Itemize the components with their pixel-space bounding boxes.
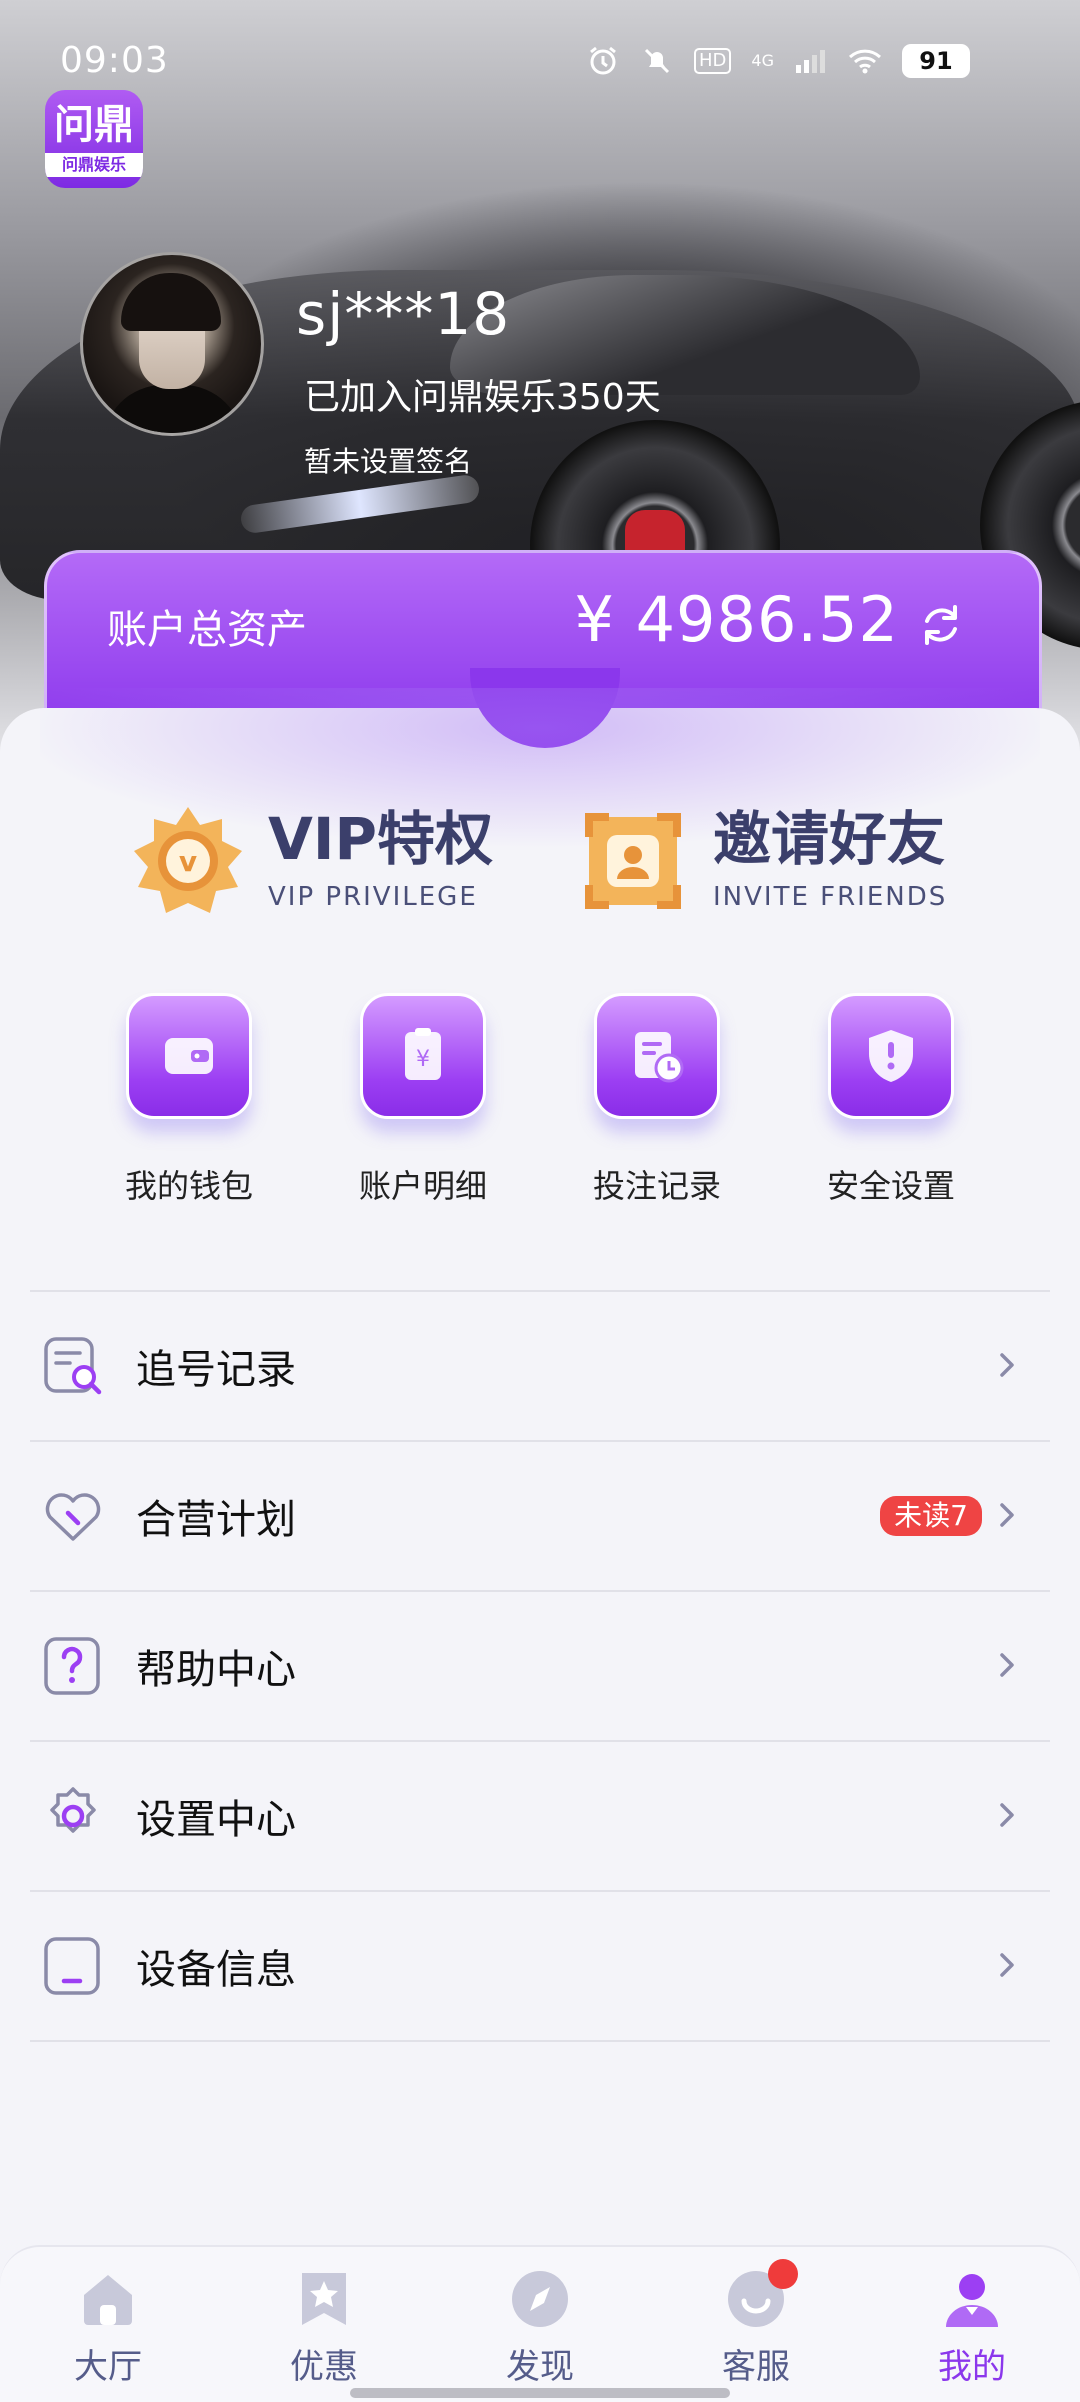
total-assets-label: 账户总资产 [107,607,307,653]
unread-badge: 未读7 [880,1496,982,1536]
svg-text:v: v [179,845,197,878]
compass-icon [512,2271,568,2327]
avatar[interactable] [80,252,264,436]
tab-discover[interactable]: 发现 [470,2267,610,2388]
menu-item-settings[interactable]: 设置中心 [30,1742,1050,1892]
chevron-right-icon [1000,1353,1014,1377]
help-icon [42,1635,104,1697]
tab-mine[interactable]: 我的 [902,2267,1042,2388]
quick-security[interactable]: 安全设置 [774,993,1008,1207]
invite-title: 邀请好友 [713,805,946,873]
joined-days: 已加入问鼎娱乐350天 [304,377,661,418]
vip-privilege-button[interactable]: v VIP特权 VIP PRIVILEGE [130,803,493,919]
vip-subtitle: VIP PRIVILEGE [268,882,478,912]
menu-item-device[interactable]: 设备信息 [30,1892,1050,2042]
invite-friends-button[interactable]: 邀请好友 INVITE FRIENDS [575,803,947,919]
bet-record-icon [594,993,720,1119]
signature[interactable]: 暂未设置签名 [304,440,472,480]
refresh-icon[interactable] [915,599,967,651]
alarm-icon [586,44,620,78]
bottom-tab-bar: 大厅 优惠 发现 客服 我的 [0,2245,1080,2402]
signal-icon [794,44,828,78]
bookmark-star-icon [302,2273,346,2325]
invite-subtitle: INVITE FRIENDS [713,882,948,912]
menu-list: 追号记录 合营计划 未读7 帮助中心 设置中心 设备信息 [30,1290,1050,2042]
status-bar: 09:03 HD 4G 91 [0,0,1080,120]
hd-indicator: HD [694,48,732,74]
notification-dot [768,2259,798,2289]
status-time: 09:03 [60,40,169,81]
total-assets-value: ¥ 4986.52 [574,583,899,656]
invite-badge-icon [585,813,681,909]
quick-wallet[interactable]: 我的钱包 [72,993,306,1207]
gear-icon [42,1785,104,1847]
wallet-icon [126,993,252,1119]
status-icons: HD 4G 91 [586,44,970,78]
tab-promotions[interactable]: 优惠 [254,2267,394,2388]
wifi-icon [848,44,882,78]
svg-text:¥: ¥ [416,1047,430,1072]
tab-lobby[interactable]: 大厅 [38,2267,178,2388]
chevron-right-icon [1000,1503,1014,1527]
mute-bell-icon [640,44,674,78]
home-icon [84,2275,132,2325]
home-indicator[interactable] [350,2388,730,2398]
username: sj***18 [296,280,511,348]
chevron-right-icon [1000,1803,1014,1827]
chevron-right-icon [1000,1953,1014,1977]
profile-icon [946,2274,998,2327]
vip-title: VIP特权 [268,805,493,873]
partnership-heart-icon [42,1485,104,1547]
app-logo: 问鼎 问鼎娱乐 [45,90,143,188]
quick-statement[interactable]: ¥ 账户明细 [306,993,540,1207]
tab-customer-service[interactable]: 客服 [686,2259,826,2388]
content-panel: v VIP特权 VIP PRIVILEGE 邀请好友 INVITE FRIEND… [0,668,1080,2400]
quick-bet-record[interactable]: 投注记录 [540,993,774,1207]
menu-label: 帮助中心 [136,1647,296,1693]
statement-icon: ¥ [360,993,486,1119]
tracking-search-icon [42,1335,104,1397]
menu-label: 追号记录 [136,1347,296,1393]
vip-badge-icon: v [134,807,242,913]
menu-item-help[interactable]: 帮助中心 [30,1592,1050,1742]
menu-label: 设备信息 [136,1947,296,1993]
menu-label: 合营计划 [136,1497,296,1543]
menu-label: 设置中心 [136,1797,296,1843]
battery-indicator: 91 [902,44,970,78]
menu-item-tracking[interactable]: 追号记录 [30,1292,1050,1442]
network-type: 4G [751,51,774,70]
device-icon [42,1935,104,1997]
quick-actions: 我的钱包 ¥ 账户明细 投注记录 安全设置 [0,993,1080,1207]
chevron-right-icon [1000,1653,1014,1677]
shield-icon [828,993,954,1119]
menu-item-partnership[interactable]: 合营计划 未读7 [30,1442,1050,1592]
